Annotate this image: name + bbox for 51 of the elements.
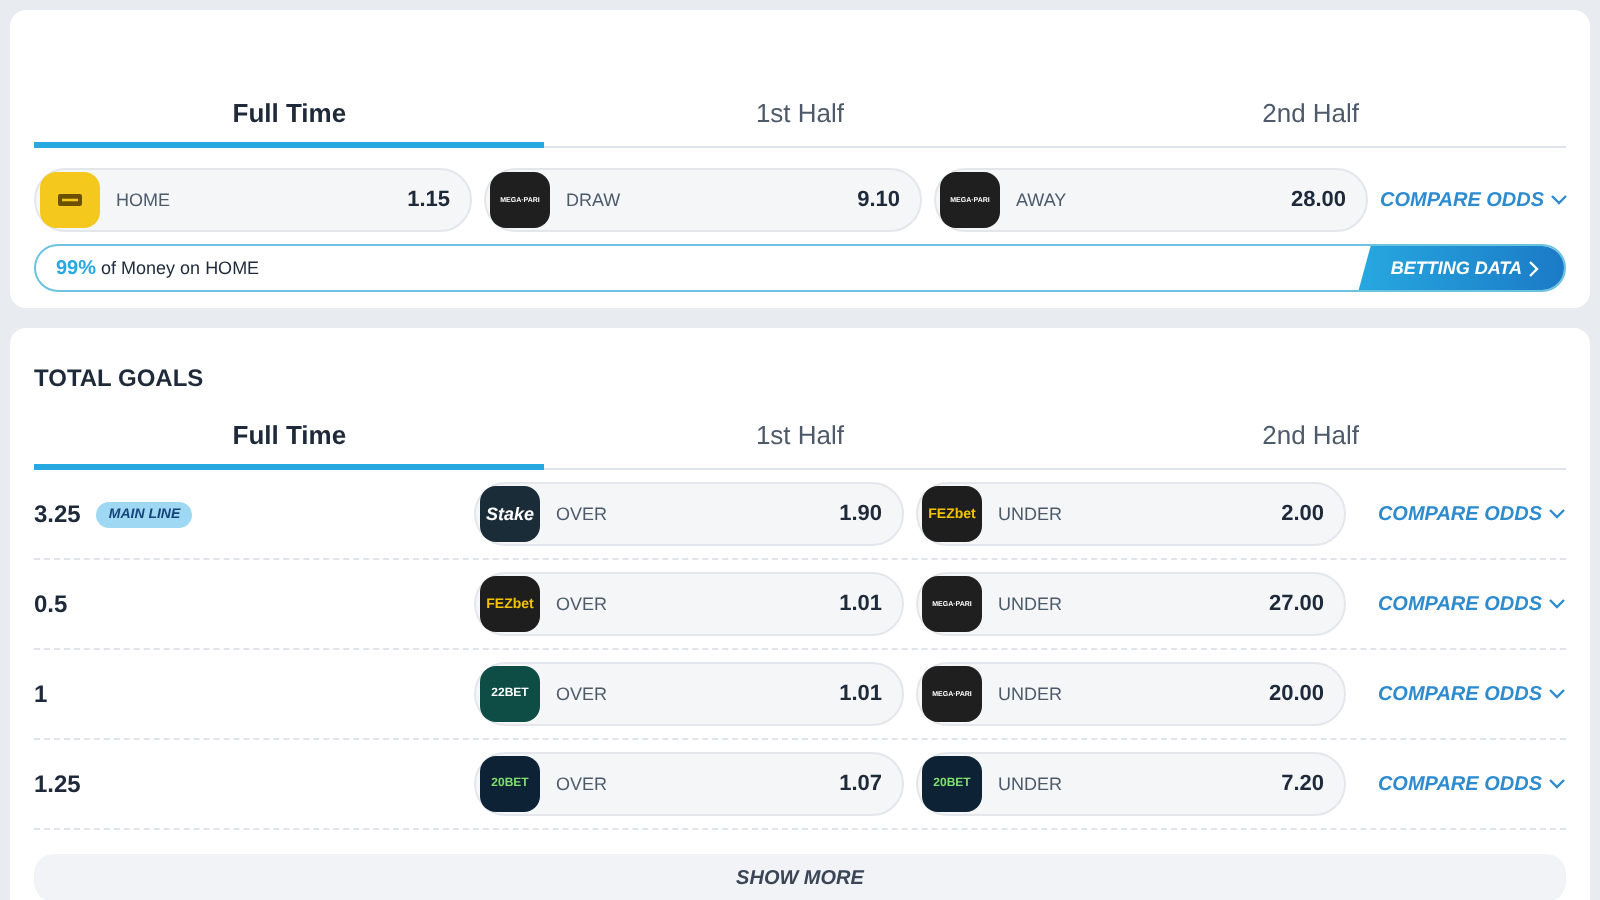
odds-label: AWAY <box>1016 190 1069 210</box>
odds-value: 2.00 <box>1281 502 1324 526</box>
odds-label: OVER <box>556 504 610 524</box>
chevron-down-icon <box>1548 688 1566 700</box>
odds-value: 27.00 <box>1268 592 1324 616</box>
odds-label: DRAW <box>566 190 623 210</box>
odds-button[interactable]: HOME 1.15 <box>34 168 472 232</box>
odds-value: 9.10 <box>857 188 900 212</box>
goal-line: 1 <box>34 680 48 708</box>
odds-value: 1.01 <box>839 682 882 706</box>
chevron-down-icon <box>1548 778 1566 790</box>
bookmaker-logo <box>40 172 100 228</box>
compare-odds-link[interactable]: COMPARE ODDS <box>1377 593 1566 615</box>
betting-data-button[interactable]: BETTING DATA <box>1358 246 1564 290</box>
odds-label: OVER <box>556 774 610 794</box>
odds-value: 1.01 <box>839 592 882 616</box>
odds-button[interactable]: Stake OVER 1.90 <box>474 482 904 546</box>
money-text: 99% of Money on HOME <box>54 257 262 279</box>
odds-label: UNDER <box>998 504 1065 524</box>
odds-label: OVER <box>556 684 610 704</box>
odds-label: UNDER <box>998 774 1065 794</box>
period-tab[interactable]: Full Time <box>34 86 545 148</box>
goal-line: 1.25 <box>34 770 81 798</box>
odds-label: UNDER <box>998 594 1065 614</box>
odds-label: OVER <box>556 594 610 614</box>
odds-value: 1.90 <box>839 502 882 526</box>
bookmaker-logo: Stake <box>480 486 540 542</box>
chevron-right-icon <box>1528 259 1540 277</box>
odds-value: 7.20 <box>1281 772 1324 796</box>
odds-value: 20.00 <box>1268 682 1324 706</box>
period-tab[interactable]: 2nd Half <box>1055 408 1566 470</box>
odds-value: 1.15 <box>407 188 450 212</box>
period-tab[interactable]: Full Time <box>34 408 545 470</box>
period-tab[interactable]: 2nd Half <box>1055 86 1566 148</box>
chevron-down-icon <box>1548 508 1566 520</box>
compare-odds-link[interactable]: COMPARE ODDS <box>1377 503 1566 525</box>
chevron-down-icon <box>1548 598 1566 610</box>
chevron-down-icon <box>1550 194 1569 206</box>
period-tab[interactable]: 1st Half <box>544 408 1056 470</box>
odds-value: 28.00 <box>1290 188 1346 212</box>
compare-odds-link[interactable]: COMPARE ODDS <box>1377 773 1566 795</box>
section-title: TOTAL GOALS <box>34 362 206 396</box>
odds-value: 1.07 <box>839 772 882 796</box>
goal-line: 0.5 <box>34 590 68 618</box>
show-more-button[interactable]: SHOW MORE <box>34 854 1566 900</box>
compare-odds-link[interactable]: COMPARE ODDS <box>1377 683 1566 705</box>
goal-line: 3.25 <box>34 500 81 528</box>
compare-odds-link[interactable]: COMPARE ODDS <box>1380 189 1569 211</box>
odds-label: UNDER <box>998 684 1065 704</box>
period-tab[interactable]: 1st Half <box>544 86 1056 148</box>
odds-label: HOME <box>116 190 172 210</box>
